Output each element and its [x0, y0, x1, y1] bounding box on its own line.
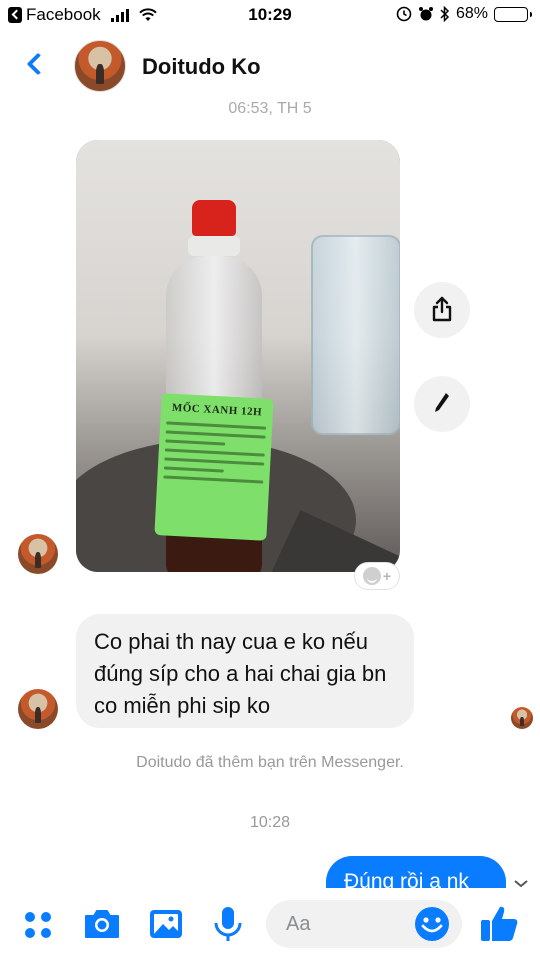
camera-icon[interactable] — [82, 904, 122, 944]
photo-jar — [311, 235, 400, 435]
bottle-label-title: MỐC XANH 12H — [171, 401, 263, 419]
status-bar: Facebook 10:29 68% — [0, 0, 540, 32]
bottle-label: MỐC XANH 12H — [154, 393, 274, 541]
status-right: 68% — [396, 5, 532, 23]
label-text-line — [165, 430, 266, 439]
smiley-icon — [362, 567, 381, 585]
bluetooth-icon — [440, 6, 450, 22]
incoming-message-bubble[interactable]: Co phai th nay cua e ko nếu đúng síp cho… — [76, 614, 414, 728]
alarm-icon — [418, 7, 433, 21]
pencil-icon — [435, 393, 449, 412]
system-notice: Doitudo đã thêm bạn trên Messenger. — [136, 754, 404, 771]
more-icon[interactable] — [18, 904, 58, 944]
edit-button[interactable] — [414, 376, 470, 432]
message-timestamp: 06:53, TH 5 — [228, 100, 312, 117]
scroll-down-icon[interactable] — [514, 880, 528, 888]
photo-bottle: MỐC XANH 12H — [154, 200, 274, 572]
sender-avatar[interactable] — [18, 689, 58, 729]
seen-receipt-avatar — [511, 707, 533, 729]
label-text-line — [164, 457, 265, 466]
contact-name[interactable]: Doitudo Ko — [142, 54, 261, 80]
bottle-cap — [192, 200, 236, 236]
share-icon — [432, 296, 452, 322]
microphone-icon[interactable] — [208, 904, 248, 944]
battery-percent: 68% — [455, 5, 488, 22]
photo-message[interactable]: MỐC XANH 12H — [76, 140, 400, 572]
label-text-line — [163, 475, 264, 484]
label-text-line — [163, 466, 224, 473]
plus-icon: + — [382, 568, 392, 584]
sender-avatar[interactable] — [18, 534, 58, 574]
gallery-icon[interactable] — [146, 904, 186, 944]
conversation-header: Doitudo Ko — [0, 32, 540, 104]
message-timestamp: 10:28 — [249, 814, 291, 831]
label-text-line — [166, 421, 267, 430]
label-text-line — [165, 439, 226, 446]
share-button[interactable] — [414, 282, 470, 338]
bottle-neck — [188, 236, 240, 256]
message-composer — [0, 888, 540, 960]
chevron-left-icon — [26, 52, 50, 76]
emoji-icon[interactable] — [414, 906, 450, 942]
location-lock-icon — [396, 6, 412, 22]
like-icon[interactable] — [478, 902, 520, 944]
label-text-line — [164, 448, 265, 457]
battery-icon — [494, 6, 532, 22]
add-reaction-button[interactable]: + — [354, 562, 400, 590]
contact-avatar[interactable] — [74, 40, 126, 92]
back-button[interactable] — [18, 46, 54, 86]
